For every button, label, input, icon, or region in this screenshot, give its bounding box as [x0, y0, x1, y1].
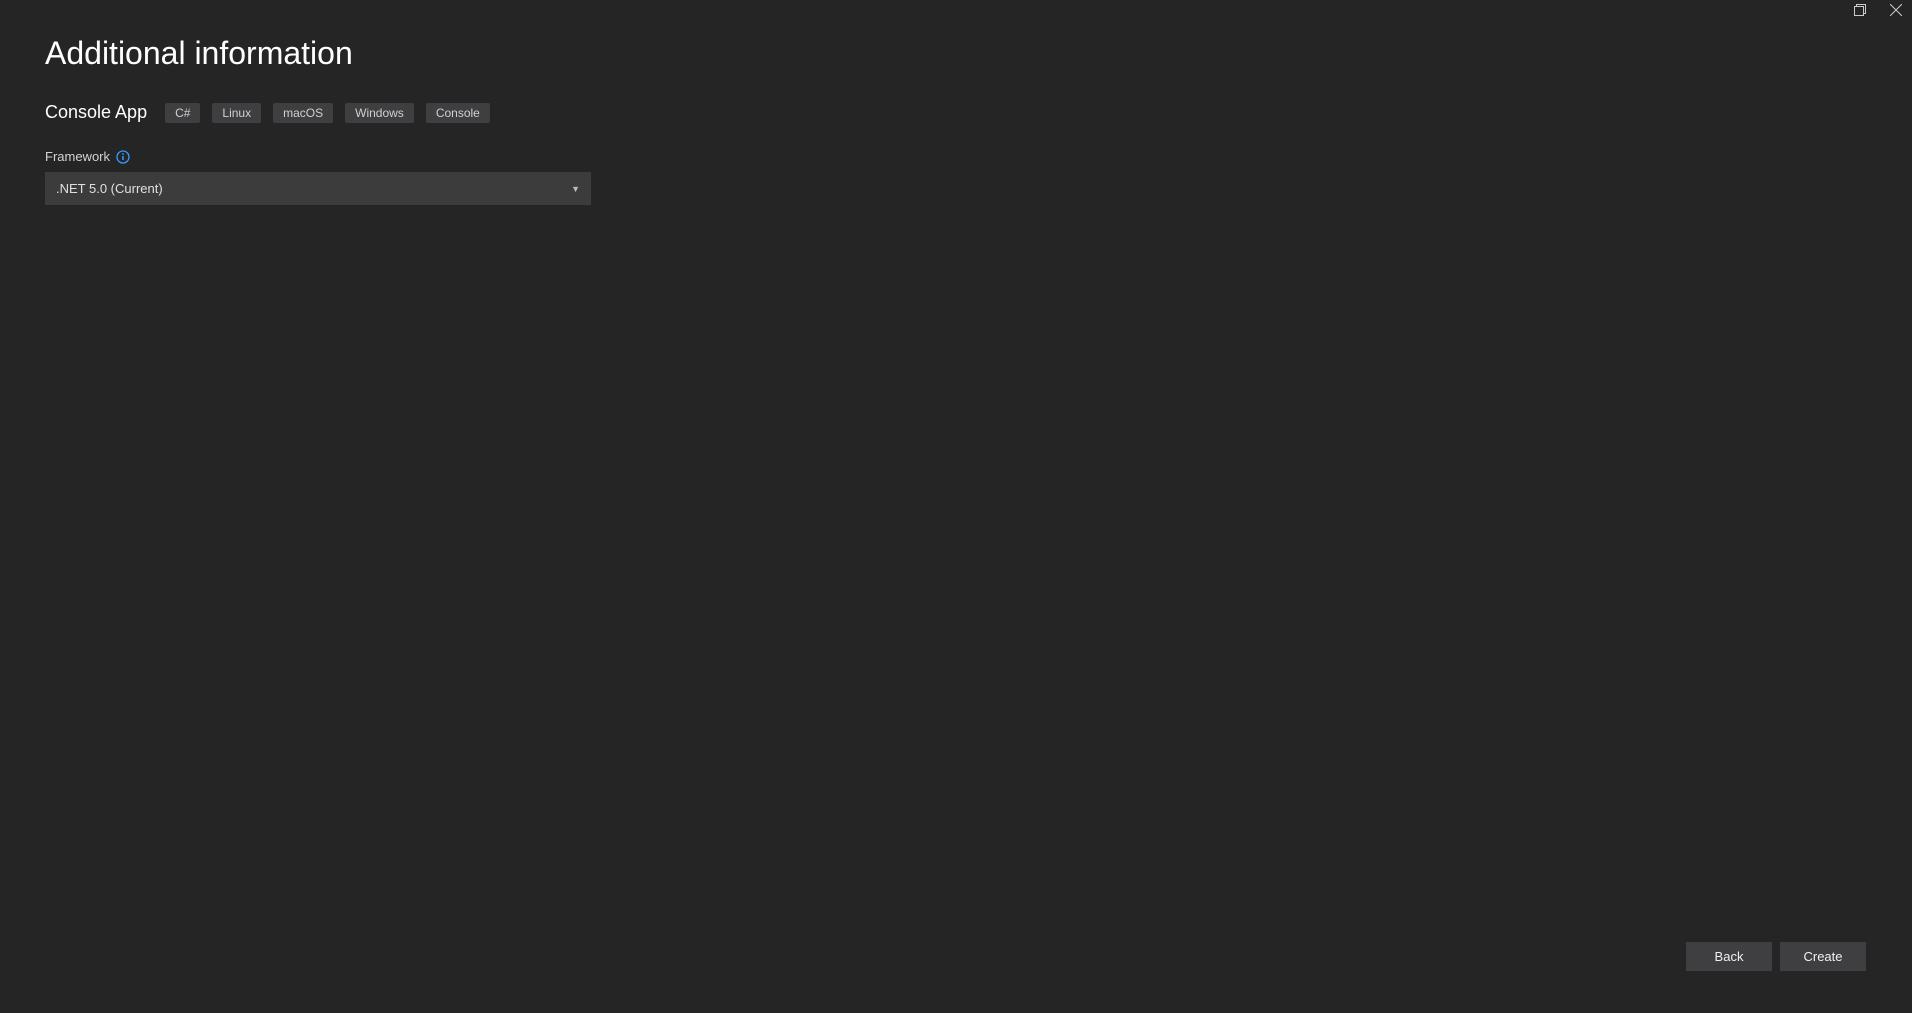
project-name: Console App — [45, 102, 147, 123]
chevron-down-icon: ▼ — [571, 184, 580, 194]
maximize-icon[interactable] — [1852, 2, 1868, 18]
framework-selected-value: .NET 5.0 (Current) — [56, 181, 163, 196]
framework-group: Framework .NET 5.0 (Current) ▼ — [45, 149, 1867, 205]
titlebar — [1852, 0, 1912, 30]
main-content: Additional information Console App C# Li… — [0, 0, 1912, 258]
project-row: Console App C# Linux macOS Windows Conso… — [45, 102, 1867, 123]
info-icon[interactable] — [116, 150, 130, 164]
tag: Console — [426, 103, 490, 123]
footer: Back Create — [1686, 942, 1866, 971]
tag: C# — [165, 103, 200, 123]
create-button[interactable]: Create — [1780, 942, 1866, 971]
close-icon[interactable] — [1888, 2, 1904, 18]
framework-label: Framework — [45, 149, 110, 164]
tag: macOS — [273, 103, 333, 123]
tag: Windows — [345, 103, 414, 123]
tag: Linux — [212, 103, 261, 123]
back-button[interactable]: Back — [1686, 942, 1772, 971]
page-title: Additional information — [45, 35, 1867, 72]
framework-select[interactable]: .NET 5.0 (Current) ▼ — [45, 172, 591, 205]
framework-label-row: Framework — [45, 149, 1867, 164]
